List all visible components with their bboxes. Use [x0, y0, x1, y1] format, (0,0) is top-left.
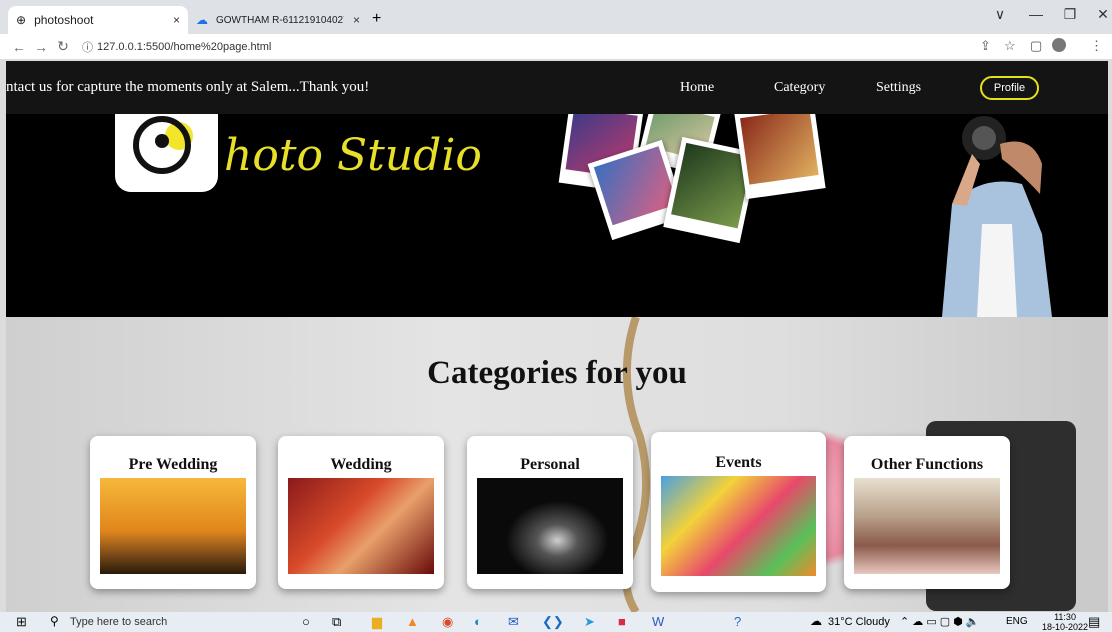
- clock-date: 18-10-2022: [1042, 622, 1089, 632]
- profile-button[interactable]: Profile: [980, 76, 1039, 100]
- file-explorer-icon[interactable]: ▆: [372, 614, 382, 630]
- weather-text[interactable]: 31°C Cloudy: [828, 616, 890, 628]
- chrome-icon[interactable]: ◉: [442, 614, 453, 630]
- sidepanel-icon[interactable]: ▢: [1030, 38, 1042, 54]
- tab-title: photoshoot: [34, 13, 94, 27]
- close-tab-icon[interactable]: ×: [173, 13, 180, 27]
- close-window-button[interactable]: ✕: [1088, 6, 1112, 23]
- notifications-icon[interactable]: ▤: [1088, 614, 1100, 630]
- minimize-button[interactable]: —: [1021, 6, 1051, 22]
- tab-photoshoot[interactable]: ⊕ photoshoot ×: [8, 6, 188, 34]
- avatar[interactable]: [1052, 38, 1066, 52]
- edge-icon[interactable]: ◐: [474, 614, 482, 629]
- nav-settings[interactable]: Settings: [876, 80, 921, 96]
- tray-icons[interactable]: ⌃ ☁ ▭ ▢ ⬢ 🔈: [900, 615, 980, 628]
- new-tab-button[interactable]: +: [372, 10, 381, 28]
- polaroid-photo: [734, 114, 826, 200]
- weather-icon: ☁: [810, 614, 822, 628]
- windows-start-icon[interactable]: ⊞: [16, 614, 27, 630]
- maximize-button[interactable]: ❐: [1055, 6, 1085, 23]
- hero-banner: hoto Studio: [6, 114, 1108, 317]
- share-icon[interactable]: ⇪: [980, 38, 991, 54]
- tab-title: GOWTHAM R-611219104027 - C: [216, 14, 344, 26]
- mail-icon[interactable]: ✉: [508, 614, 519, 630]
- nav-category[interactable]: Category: [774, 80, 825, 96]
- card-label: Personal: [520, 456, 580, 473]
- categories-section: Categories for you Pre Wedding Wedding P…: [6, 317, 1108, 612]
- marquee-text: ntact us for capture the moments only at…: [6, 79, 370, 95]
- language-indicator[interactable]: ENG: [1006, 616, 1028, 627]
- reload-icon[interactable]: ↻: [52, 38, 74, 55]
- clock-time: 11:30: [1054, 612, 1076, 622]
- forward-icon[interactable]: →: [30, 39, 52, 55]
- nav-home[interactable]: Home: [680, 80, 714, 96]
- photographer-image: [942, 116, 1052, 317]
- globe-icon: ⊕: [16, 13, 27, 27]
- tab-gowtham[interactable]: ☁ GOWTHAM R-611219104027 - C ×: [188, 6, 368, 34]
- browser-tab-bar: ⊕ photoshoot × ☁ GOWTHAM R-611219104027 …: [0, 0, 1112, 34]
- close-tab-icon[interactable]: ×: [353, 13, 360, 27]
- tab-search-icon[interactable]: ∨: [985, 6, 1015, 23]
- card-label: Events: [715, 454, 762, 471]
- banquet-hall-photo-icon: [854, 478, 1000, 574]
- vscode-icon[interactable]: ❮❯: [542, 614, 564, 630]
- help-icon[interactable]: ?: [734, 614, 741, 629]
- category-card-wedding[interactable]: Wedding: [278, 436, 444, 589]
- portrait-water-photo-icon: [477, 478, 623, 574]
- category-card-personal[interactable]: Personal: [467, 436, 633, 589]
- task-view-icon[interactable]: ⧉: [332, 614, 341, 630]
- menu-icon[interactable]: ⋮: [1090, 38, 1103, 54]
- site-navbar: ntact us for capture the moments only at…: [6, 61, 1108, 114]
- telegram-icon[interactable]: ➤: [584, 614, 595, 630]
- word-icon[interactable]: W: [652, 614, 664, 629]
- camera-logo-icon: [115, 114, 218, 192]
- cortana-icon[interactable]: ○: [302, 614, 310, 629]
- star-icon[interactable]: ☆: [1004, 38, 1016, 54]
- taskbar-search-input[interactable]: Type here to search: [70, 616, 167, 628]
- party-kids-photo-icon: [661, 476, 816, 576]
- card-label: Wedding: [330, 456, 392, 473]
- categories-title: Categories for you: [427, 355, 687, 391]
- card-label: Pre Wedding: [128, 456, 218, 473]
- brand-title: hoto Studio: [224, 130, 482, 181]
- vlc-icon[interactable]: ▲: [406, 614, 419, 629]
- sunset-couple-photo-icon: [100, 478, 246, 574]
- category-card-other-functions[interactable]: Other Functions: [844, 436, 1010, 589]
- search-icon[interactable]: ⚲: [50, 614, 59, 628]
- category-card-events[interactable]: Events: [651, 432, 826, 592]
- cloud-icon: ☁: [196, 13, 208, 27]
- info-icon[interactable]: ⓘ: [82, 39, 93, 55]
- card-label: Other Functions: [870, 456, 984, 473]
- address-bar[interactable]: 127.0.0.1:5500/home%20page.html: [97, 41, 271, 53]
- back-icon[interactable]: ←: [8, 39, 30, 55]
- clock[interactable]: 11:30 18-10-2022: [1042, 612, 1088, 632]
- category-card-pre-wedding[interactable]: Pre Wedding: [90, 436, 256, 589]
- wedding-hands-photo-icon: [288, 478, 434, 574]
- browser-toolbar: ← → ↻ ⓘ 127.0.0.1:5500/home%20page.html: [0, 34, 1112, 60]
- app-icon[interactable]: ■: [618, 614, 626, 629]
